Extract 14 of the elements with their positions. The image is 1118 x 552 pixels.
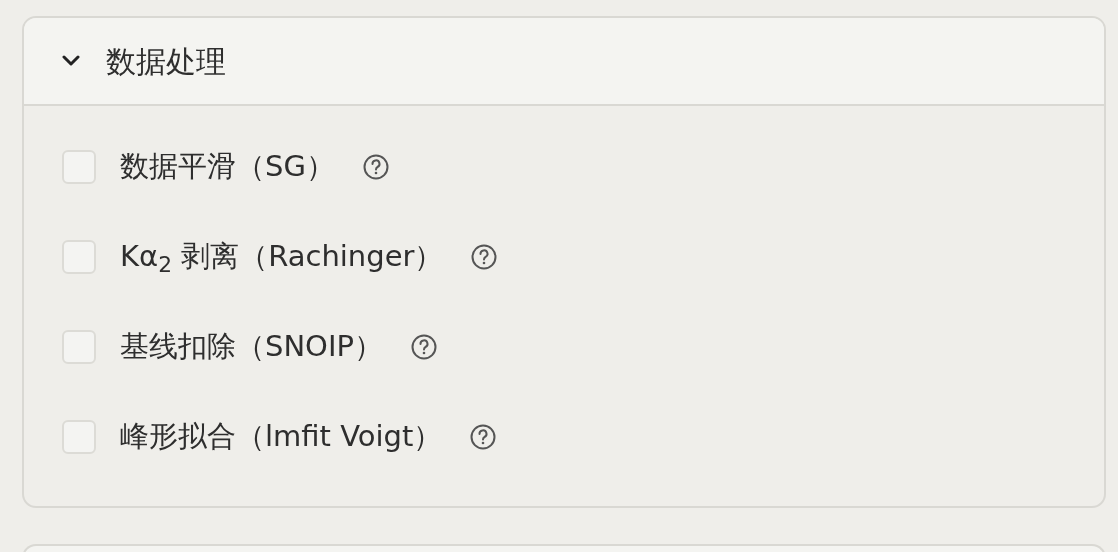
option-label: 峰形拟合（lmfit Voigt） xyxy=(120,418,443,456)
help-icon[interactable] xyxy=(362,154,389,180)
checkbox[interactable] xyxy=(62,240,96,274)
checkbox[interactable] xyxy=(62,330,96,364)
help-icon[interactable] xyxy=(471,244,498,270)
checkbox[interactable] xyxy=(62,420,96,454)
checkbox[interactable] xyxy=(62,150,96,184)
help-icon[interactable] xyxy=(410,334,437,360)
option-label: 基线扣除（SNOIP） xyxy=(120,328,383,366)
chevron-down-icon xyxy=(62,55,80,67)
help-icon[interactable] xyxy=(470,424,497,450)
option-label: 数据平滑（SG） xyxy=(120,148,335,186)
option-label: Kα$_{2}$ 剥离（Rachinger） xyxy=(120,238,444,279)
section-header[interactable]: 数据处理 xyxy=(24,18,1104,106)
